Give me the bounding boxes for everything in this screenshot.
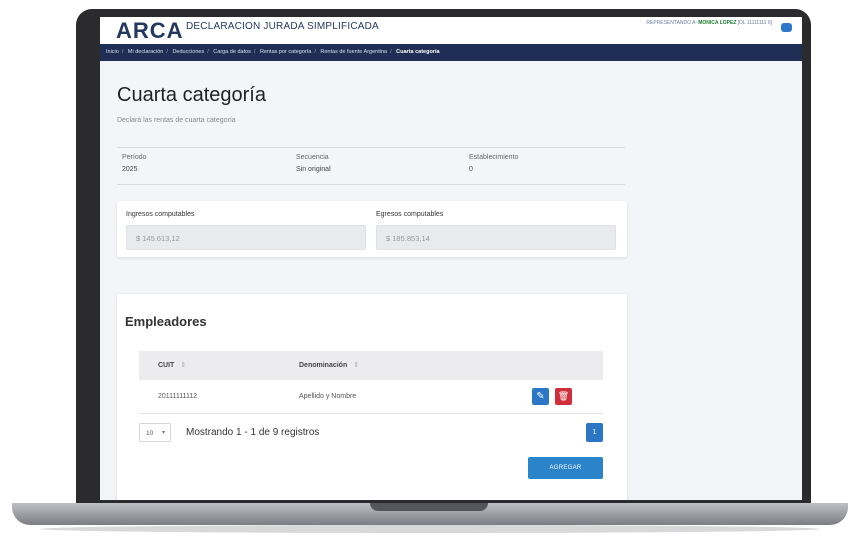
breadcrumb-separator: / xyxy=(253,49,256,55)
page-title: Cuarta categoría xyxy=(117,84,266,106)
laptop-notch xyxy=(370,503,488,511)
egresos-label: Egresos computables xyxy=(376,211,444,218)
breadcrumb-rentas-fuente-argentina[interactable]: Rentas de fuente Argentina xyxy=(320,49,387,55)
declaration-info: Período 2025 Secuencia Sin original Esta… xyxy=(117,147,625,185)
secuencia-value: Sin original xyxy=(296,166,331,173)
periodo-label: Período xyxy=(122,154,147,161)
breadcrumb-separator: / xyxy=(121,49,124,55)
paging-info: Mostrando 1 - 1 de 9 registros xyxy=(186,427,320,438)
totals-card: Ingresos computables $ 145.613,12 Egreso… xyxy=(117,201,627,257)
laptop-shadow xyxy=(40,525,820,533)
user-prefix: REPRESENTANDO A: xyxy=(646,20,697,26)
column-cuit[interactable]: CUIT ⇕ xyxy=(158,351,186,380)
user-id: [DL 11111111 6] xyxy=(737,20,772,26)
column-denominacion-label: Denominación xyxy=(299,362,348,369)
breadcrumb-carga-de-datos[interactable]: Carga de datos xyxy=(213,49,251,55)
empleadores-card: Empleadores CUIT ⇕ Denominación ⇕ 20111111… xyxy=(117,294,627,500)
establecimiento-label: Establecimiento xyxy=(469,154,519,161)
breadcrumb-separator: / xyxy=(166,49,168,55)
establecimiento-info: Establecimiento 0 xyxy=(469,152,518,176)
page-button-1[interactable]: 1 xyxy=(586,423,603,442)
cell-denominacion: Apellido y Nombre xyxy=(299,393,357,400)
sort-icon[interactable]: ⇕ xyxy=(353,362,359,369)
user-represented: REPRESENTANDO A: MONICA LOPEZ [DL 111111… xyxy=(646,19,772,27)
breadcrumb: Inicio / Mi declaración / Deducciones / Car… xyxy=(100,44,802,61)
user-info: REPRESENTANDO A: MONICA LOPEZ [DL 111111… xyxy=(646,19,772,27)
add-employer-button[interactable]: AGREGAR xyxy=(528,457,603,479)
page-size-select[interactable]: 10 ▾ xyxy=(139,423,171,442)
cell-cuit: 20111111112 xyxy=(158,393,198,400)
edit-button[interactable]: ✎ xyxy=(532,388,549,405)
chevron-down-icon: ▾ xyxy=(161,430,165,436)
app-title: DECLARACION JURADA SIMPLIFICADA xyxy=(186,21,379,32)
ingresos-label: Ingresos computables xyxy=(126,211,195,218)
empleadores-title: Empleadores xyxy=(125,314,207,329)
ingresos-field: $ 145.613,12 xyxy=(126,225,366,250)
user-name: MONICA LOPEZ xyxy=(698,20,737,26)
user-icon[interactable] xyxy=(781,23,792,32)
column-denominacion[interactable]: Denominación ⇕ xyxy=(299,351,359,380)
app-header: ARCA DECLARACION JURADA SIMPLIFICADA REP… xyxy=(100,17,802,44)
periodo-info: Período 2025 xyxy=(122,152,147,176)
delete-button[interactable]: 🗑 xyxy=(555,388,572,405)
breadcrumb-separator: / xyxy=(314,49,316,55)
table-header: CUIT ⇕ Denominación ⇕ xyxy=(139,351,603,380)
secuencia-label: Secuencia xyxy=(296,154,329,161)
column-cuit-label: CUIT xyxy=(158,362,175,369)
arca-logo[interactable]: ARCA xyxy=(116,18,184,44)
sort-icon[interactable]: ⇕ xyxy=(180,362,186,369)
breadcrumb-inicio[interactable]: Inicio xyxy=(106,49,119,55)
page-subtitle: Declará las rentas de cuarta categoría xyxy=(117,117,236,124)
breadcrumb-separator: / xyxy=(207,49,209,55)
page-size-value: 10 xyxy=(146,430,154,437)
breadcrumb-mi-declaracion[interactable]: Mi declaración xyxy=(128,49,163,55)
breadcrumb-rentas-por-categoria[interactable]: Rentas por categoría xyxy=(260,49,311,55)
establecimiento-value: 0 xyxy=(469,166,473,173)
secuencia-info: Secuencia Sin original xyxy=(296,152,331,176)
pencil-icon: ✎ xyxy=(536,391,545,402)
breadcrumb-deducciones[interactable]: Deducciones xyxy=(172,49,204,55)
egresos-field: $ 185.853,14 xyxy=(376,225,616,250)
table-row: 20111111112 Apellido y Nombre ✎ 🗑 xyxy=(139,380,603,414)
browser-screen: ARCA DECLARACION JURADA SIMPLIFICADA REP… xyxy=(100,17,802,500)
periodo-value: 2025 xyxy=(122,166,138,173)
breadcrumb-cuarta-categoria: Cuarta categoría xyxy=(396,49,440,55)
trash-icon: 🗑 xyxy=(557,391,570,401)
breadcrumb-separator: / xyxy=(390,49,392,55)
